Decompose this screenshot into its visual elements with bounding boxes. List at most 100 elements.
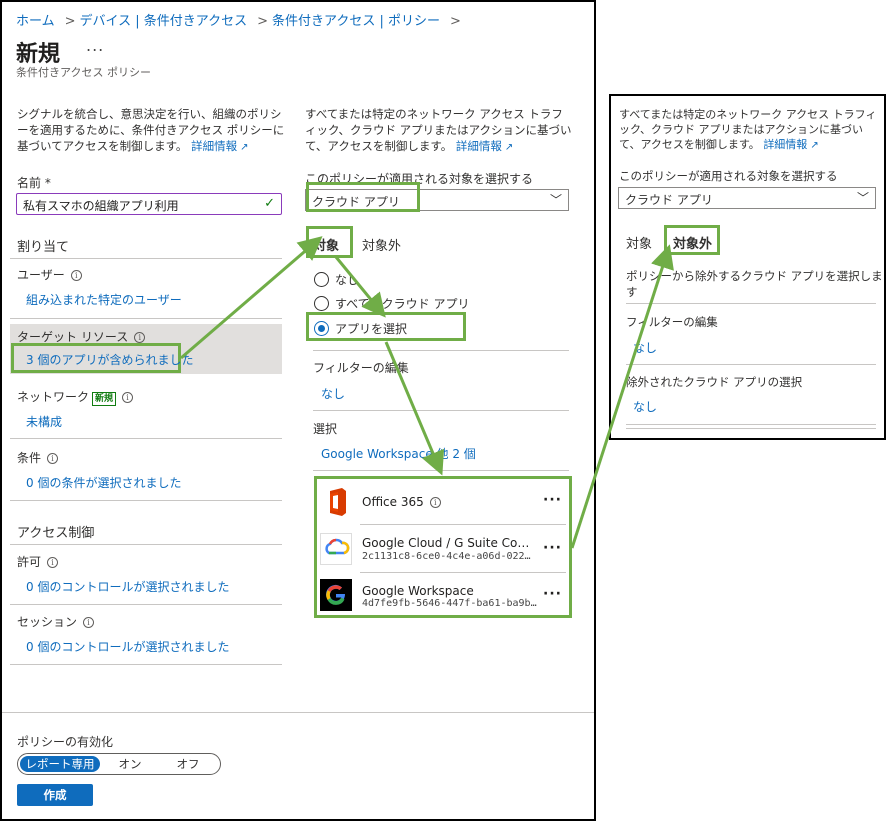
users-value-link[interactable]: 組み込まれた特定のユーザー (26, 291, 182, 308)
external-link-icon: ↗ (504, 142, 514, 153)
info-icon[interactable]: i (134, 332, 146, 343)
divider (10, 544, 282, 545)
breadcrumb-chevron-icon: > (257, 14, 269, 29)
radio-none-option[interactable]: なし (314, 271, 359, 288)
divider (626, 303, 876, 304)
app-list-item[interactable]: Google Cloud / G Suite Co… 2c1131c8-6ce0… (316, 530, 570, 568)
exclude-description: ポリシーから除外するクラウド アプリを選択します (626, 269, 883, 299)
left-learn-more-link[interactable]: 詳細情報 (191, 139, 237, 153)
radio-all-apps[interactable] (314, 296, 329, 311)
toggle-on[interactable]: オン (110, 756, 150, 772)
app-list-item[interactable]: Google Workspace 4d7fe9fb-5646-447f-ba61… (316, 578, 570, 614)
middle-intro-text: すべてまたは特定のネットワーク アクセス トラフィック、クラウド アプリまたはア… (305, 107, 572, 153)
side-intro-text: すべてまたは特定のネットワーク アクセス トラフィック、クラウド アプリまたはア… (619, 108, 877, 151)
side-tab-include[interactable]: 対象 (626, 233, 652, 252)
office-365-logo (320, 486, 352, 518)
select-heading: 選択 (313, 422, 338, 436)
app-list-item[interactable]: Office 365 i ··· (316, 484, 570, 520)
check-icon: ✓ (264, 196, 275, 211)
breadcrumb-ca-policies[interactable]: 条件付きアクセス | ポリシー (272, 14, 440, 29)
highlight-box-dropdown (306, 182, 420, 212)
info-icon[interactable]: i (70, 270, 82, 281)
tab-exclude[interactable]: 対象外 (362, 235, 401, 254)
breadcrumb: ホーム > デバイス | 条件付きアクセス > 条件付きアクセス | ポリシー > (16, 10, 465, 29)
info-icon[interactable]: i (47, 557, 59, 568)
conditions-label: 条件 (17, 451, 42, 465)
info-icon[interactable]: i (429, 497, 441, 508)
info-icon[interactable]: i (122, 392, 134, 403)
network-label: ネットワーク (17, 390, 90, 404)
middle-learn-more-link[interactable]: 詳細情報 (456, 139, 502, 153)
google-cloud-logo (320, 533, 352, 565)
users-label: ユーザー (17, 268, 65, 282)
more-options-icon[interactable]: ··· (543, 540, 562, 556)
app-id: 2c1131c8-6ce0-4c4e-a06d-022… (362, 551, 531, 562)
radio-all-apps-option[interactable]: すべてのクラウド アプリ (314, 295, 470, 312)
policy-name-input[interactable]: 私有スマホの組織アプリ利用 ✓ (16, 193, 282, 215)
divider (10, 604, 282, 605)
selected-apps-link[interactable]: Google Workspace 他 2 個 (321, 445, 476, 462)
filter-value-link[interactable]: なし (321, 385, 345, 402)
conditions-value-link[interactable]: 0 個の条件が選択されました (26, 474, 181, 491)
google-g-logo (320, 579, 352, 611)
external-link-icon: ↗ (810, 140, 819, 151)
grant-label: 許可 (17, 555, 42, 569)
divider (10, 664, 282, 665)
side-dropdown-value: クラウド アプリ (625, 193, 713, 207)
create-button[interactable]: 作成 (17, 784, 93, 806)
app-name-text: Office 365 (362, 495, 424, 509)
target-resources-label: ターゲット リソース (17, 330, 129, 344)
network-section: ネットワーク 新規 i (17, 388, 134, 406)
side-filter-value-link[interactable]: なし (633, 339, 657, 356)
divider (360, 572, 566, 573)
chevron-down-icon: ﹀ (549, 193, 562, 207)
divider (313, 350, 569, 351)
filter-label: フィルターの編集 (313, 361, 409, 375)
radio-none[interactable] (314, 272, 329, 287)
side-learn-more-link[interactable]: 詳細情報 (763, 138, 807, 151)
excluded-apps-label: 除外されたクラウド アプリの選択 (626, 375, 803, 389)
footer-divider (2, 712, 594, 713)
network-value-link[interactable]: 未構成 (26, 413, 62, 430)
highlight-box-include-tab (306, 226, 353, 258)
access-controls-heading: アクセス制御 (17, 526, 95, 541)
divider (10, 438, 282, 439)
app-name: Google Cloud / G Suite Co… (362, 536, 530, 550)
divider (10, 318, 282, 319)
enable-policy-toggle[interactable]: レポート専用 オン オフ (17, 753, 221, 775)
breadcrumb-home[interactable]: ホーム (16, 14, 55, 29)
session-value-link[interactable]: 0 個のコントロールが選択されました (26, 638, 229, 655)
highlight-box-exclude-tab (664, 225, 720, 255)
toggle-report-only[interactable]: レポート専用 (20, 756, 100, 772)
radio-all-apps-label: すべてのクラウド アプリ (335, 297, 470, 311)
breadcrumb-chevron-icon: > (64, 14, 76, 29)
excluded-apps-value-link[interactable]: なし (633, 398, 657, 415)
conditions-section: 条件 i (17, 449, 59, 466)
divider (10, 258, 282, 259)
side-intro: すべてまたは特定のネットワーク アクセス トラフィック、クラウド アプリまたはア… (619, 107, 881, 153)
users-section: ユーザー i (17, 266, 82, 283)
grant-section: 許可 i (17, 553, 59, 570)
chevron-down-icon: ﹀ (856, 191, 869, 205)
info-icon[interactable]: i (47, 453, 59, 464)
assignments-heading: 割り当て (17, 240, 70, 255)
grant-value-link[interactable]: 0 個のコントロールが選択されました (26, 578, 229, 595)
side-filter-label: フィルターの編集 (626, 315, 718, 329)
more-options-button[interactable]: ... (86, 36, 104, 55)
side-select-target-label: このポリシーが適用される対象を選択する (619, 169, 838, 183)
divider (313, 410, 569, 411)
info-icon[interactable]: i (83, 617, 95, 628)
divider (626, 424, 876, 425)
target-resources-value-link[interactable]: 3 個のアプリが含められました (26, 351, 193, 368)
divider (313, 470, 569, 471)
side-target-type-dropdown[interactable]: クラウド アプリ ﹀ (618, 187, 876, 209)
divider (360, 524, 566, 525)
left-intro: シグナルを統合し、意思決定を行い、組織のポリシーを適用するために、条件付きアクセ… (17, 106, 285, 156)
breadcrumb-devices-ca[interactable]: デバイス | 条件付きアクセス (80, 14, 248, 29)
more-options-icon[interactable]: ··· (543, 586, 562, 602)
divider (626, 364, 876, 365)
enable-policy-label: ポリシーの有効化 (17, 735, 114, 749)
breadcrumb-chevron-icon: > (450, 14, 461, 29)
toggle-off[interactable]: オフ (168, 756, 208, 772)
more-options-icon[interactable]: ··· (543, 492, 562, 508)
